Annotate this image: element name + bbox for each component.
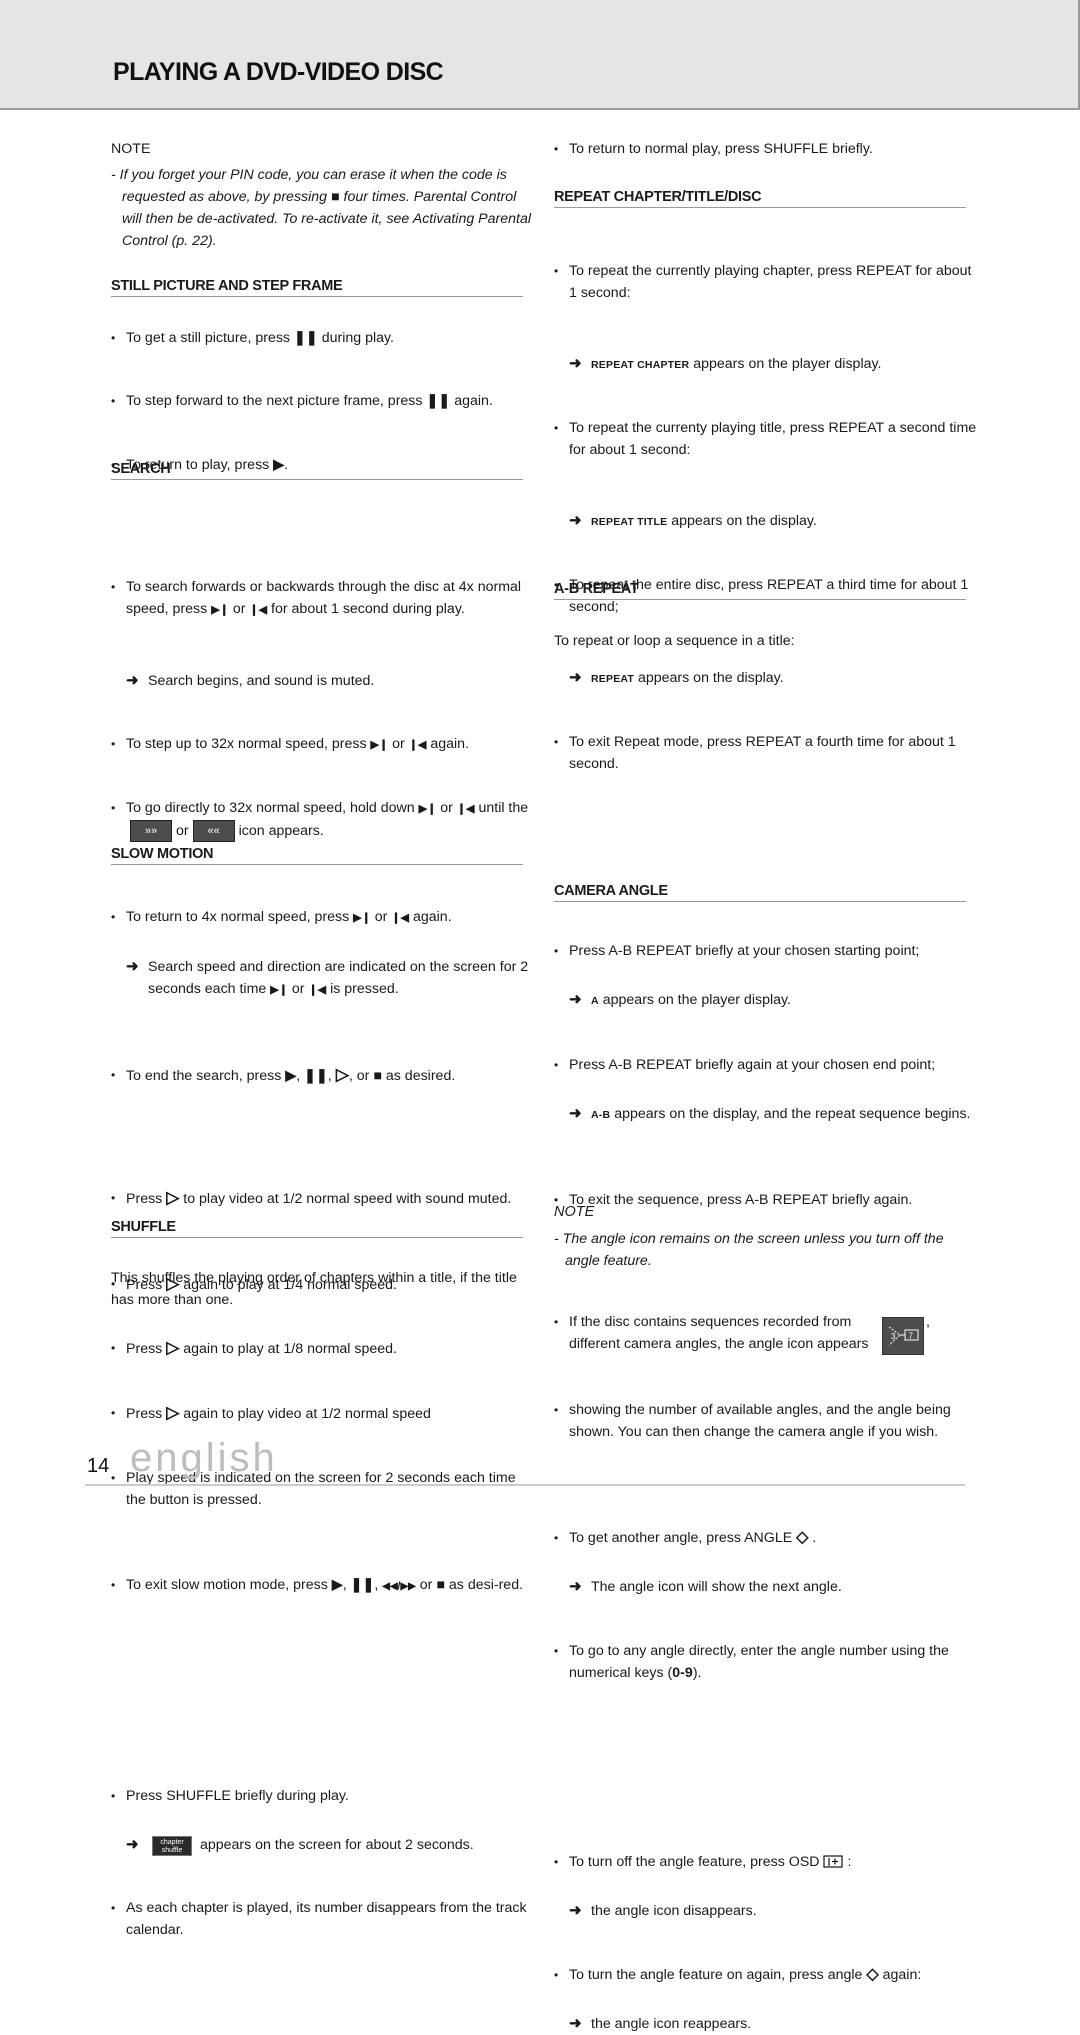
list-item: To step up to 32x normal speed, press ▶❙… bbox=[111, 733, 538, 756]
list-item: As each chapter is played, its number di… bbox=[111, 1897, 538, 1941]
list-item: To turn off the angle feature, press OSD… bbox=[554, 1851, 981, 1873]
previous-icon: ❙◀ bbox=[456, 803, 475, 815]
language-label: english bbox=[130, 1436, 278, 1480]
list-item: Press SHUFFLE briefly during play. bbox=[111, 1785, 538, 1807]
heading-shuffle: SHUFFLE bbox=[111, 1218, 523, 1238]
slow-motion-icon: ▷ bbox=[166, 1188, 180, 1208]
list-item: To exit slow motion mode, press ▶, ❚❚, ◀… bbox=[111, 1574, 538, 1598]
list-item: Press ▷ again to play at 1/8 normal spee… bbox=[111, 1337, 538, 1360]
previous-icon: ❙◀ bbox=[408, 739, 427, 751]
stop-icon: ■ bbox=[373, 1068, 382, 1085]
list-item: Press A-B REPEAT briefly again at your c… bbox=[554, 1054, 981, 1076]
list-item: To return to normal play, press SHUFFLE … bbox=[554, 138, 981, 160]
list-item: To exit Repeat mode, press REPEAT a four… bbox=[554, 731, 981, 775]
note-pin-text: - If you forget your PIN code, you can e… bbox=[111, 167, 532, 249]
list-item: Press A-B REPEAT briefly at your chosen … bbox=[554, 940, 981, 962]
list-item: To go directly to 32x normal speed, hold… bbox=[111, 797, 538, 843]
next-icon: ▶❙ bbox=[418, 803, 437, 815]
list-item: To go to any angle directly, enter the a… bbox=[554, 1640, 981, 1684]
arrow-icon: ➜ bbox=[126, 672, 139, 689]
heading-ab-repeat: A-B REPEAT bbox=[554, 580, 966, 600]
list-item: To get a still picture, press ❚❚ during … bbox=[111, 327, 538, 349]
list-item: To get another angle, press ANGLE ◇ . bbox=[554, 1527, 981, 1549]
result-line: ➜ Search speed and direction are indicate… bbox=[126, 958, 529, 998]
slow-motion-icon: ▷ bbox=[166, 1403, 180, 1423]
pause-icon: ❚❚ bbox=[304, 1068, 328, 1085]
pause-icon: ❚❚ bbox=[293, 330, 318, 346]
next-icon: ▶❙ bbox=[370, 739, 389, 751]
stop-icon: ■ bbox=[436, 1577, 445, 1594]
result-line: ➜ A appears on the player display. bbox=[554, 989, 1003, 1012]
list-item: To step forward to the next picture fram… bbox=[111, 390, 538, 412]
list-item: To repeat the currently playing chapter,… bbox=[554, 260, 981, 304]
result-line: ➜ REPEAT TITLE appears on the display. bbox=[554, 510, 1003, 533]
slow-motion-icon: ▷ bbox=[335, 1065, 349, 1085]
list-item: To return to 4x normal speed, press ▶❙ o… bbox=[111, 906, 538, 929]
list-item: To repeat the currenty playing title, pr… bbox=[554, 417, 981, 461]
camera-angle-icon: 3 7 bbox=[888, 1326, 919, 1346]
chapter-shuffle-badge: chapter shuffle bbox=[152, 1835, 192, 1856]
result-line: ➜ A-B appears on the display, and the rep… bbox=[554, 1103, 1003, 1126]
svg-text:3: 3 bbox=[891, 1332, 896, 1341]
heading-slow-motion: SLOW MOTION bbox=[111, 845, 523, 865]
page-number: 14 bbox=[87, 1455, 110, 1477]
arrow-icon: ➜ bbox=[569, 355, 582, 372]
list-item-continued: showing the number of available angles, … bbox=[554, 1399, 981, 1443]
fast-rewind-32x-icon: «« bbox=[192, 820, 235, 843]
play-icon: ▶ bbox=[331, 1577, 343, 1594]
right-column: To return to normal play, press SHUFFLE … bbox=[554, 0, 976, 2032]
arrow-icon: ➜ bbox=[569, 1105, 582, 1122]
heading-repeat: REPEAT CHAPTER/TITLE/DISC bbox=[554, 188, 966, 208]
next-icon: ▶❙ bbox=[211, 604, 229, 616]
heading-camera-angle: CAMERA ANGLE bbox=[554, 882, 966, 902]
note-label: NOTE bbox=[554, 1204, 595, 1220]
previous-icon: ❙◀ bbox=[308, 984, 327, 997]
arrow-icon: ➜ bbox=[569, 2015, 582, 2032]
arrow-icon: ➜ bbox=[126, 1836, 139, 1854]
result-line: ➜ REPEAT appears on the display. bbox=[554, 667, 1003, 690]
pause-icon: ❚❚ bbox=[426, 393, 451, 409]
fast-forward-32x-icon: »» bbox=[130, 820, 172, 843]
angle-button-icon: ◇ bbox=[866, 1966, 879, 1983]
result-line: ➜ chapter shuffle appears on the screen fo… bbox=[111, 1834, 560, 1856]
pause-icon: ❚❚ bbox=[350, 1577, 375, 1594]
list-item: If the disc contains sequences recorded … bbox=[554, 1311, 981, 1355]
list-item: To search forwards or backwards through … bbox=[111, 576, 538, 621]
arrow-icon: ➜ bbox=[569, 991, 582, 1008]
list-item: To turn the angle feature on again, pres… bbox=[554, 1964, 981, 1986]
arrow-icon: ➜ bbox=[569, 512, 582, 529]
slow-motion-icon: ▷ bbox=[166, 1338, 180, 1358]
list-item: To end the search, press ▶, ❚❚, ▷, or ■ … bbox=[111, 1064, 538, 1087]
left-column: NOTE - If you forget your PIN code, you … bbox=[111, 0, 531, 1938]
result-line: ➜ REPEAT CHAPTER appears on the player di… bbox=[554, 353, 1003, 376]
ab-intro: To repeat or loop a sequence in a title: bbox=[554, 633, 795, 649]
arrow-icon: ➜ bbox=[126, 958, 139, 976]
result-line: ➜ The angle icon will show the next angle… bbox=[554, 1576, 1003, 1598]
list-item: Press ▷ again to play video at 1/2 norma… bbox=[111, 1402, 538, 1425]
rewind-fast-forward-icon: ◀◀/▶▶ bbox=[382, 1581, 416, 1593]
arrow-icon: ➜ bbox=[569, 669, 582, 686]
shuffle-intro: This shuffles the playing order of chapt… bbox=[111, 1270, 517, 1308]
previous-icon: ❙◀ bbox=[249, 604, 268, 616]
heading-still-picture: STILL PICTURE AND STEP FRAME bbox=[111, 277, 523, 297]
arrow-icon: ➜ bbox=[569, 1578, 582, 1595]
stop-icon: ■ bbox=[331, 189, 340, 205]
note-angle-text: - The angle icon remains on the screen u… bbox=[554, 1231, 944, 1269]
footer-divider bbox=[85, 1484, 965, 1486]
previous-icon: ❙◀ bbox=[391, 912, 410, 925]
result-line: ➜ the angle icon reappears. bbox=[554, 2013, 1003, 2035]
angle-indicator-icon: 3 7 bbox=[882, 1317, 924, 1355]
result-line: ➜ the angle icon disappears. bbox=[554, 1900, 1003, 1922]
list-item: Press ▷ to play video at 1/2 normal spee… bbox=[111, 1187, 538, 1210]
osd-icon bbox=[823, 1855, 844, 1868]
heading-search: SEARCH bbox=[111, 460, 523, 480]
note-label: NOTE bbox=[111, 141, 151, 157]
next-icon: ▶❙ bbox=[353, 912, 371, 925]
arrow-icon: ➜ bbox=[569, 1902, 582, 1919]
angle-button-icon: ◇ bbox=[796, 1529, 809, 1546]
next-icon: ▶❙ bbox=[270, 984, 288, 997]
play-icon: ▶ bbox=[285, 1068, 297, 1085]
svg-text:7: 7 bbox=[909, 1332, 914, 1341]
result-line: ➜ Search begins, and sound is muted. bbox=[111, 670, 560, 692]
